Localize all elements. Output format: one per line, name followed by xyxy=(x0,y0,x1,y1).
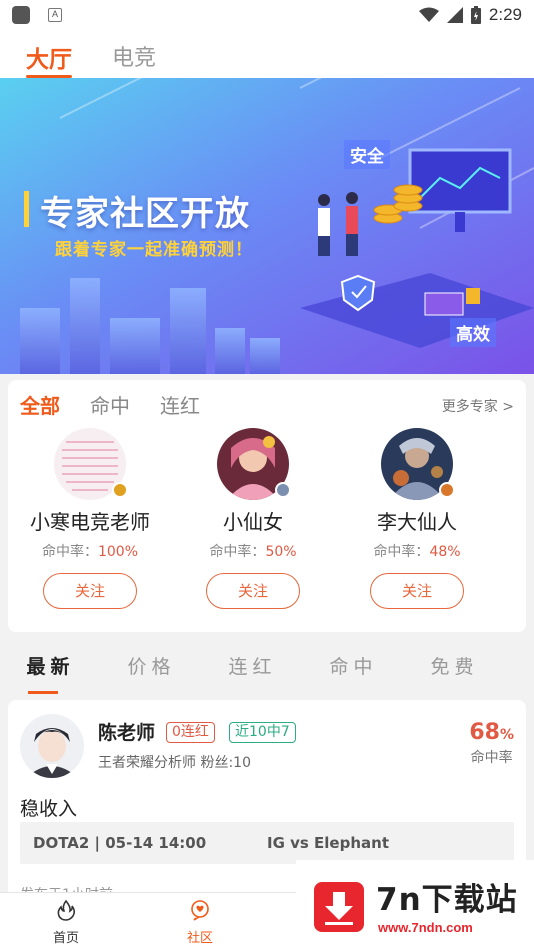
expert-name: 小仙女 xyxy=(223,510,283,534)
tab-hit[interactable]: 命中 xyxy=(303,640,404,696)
expert-name: 小寒电竞老师 xyxy=(30,510,150,534)
expert-tab-hit[interactable]: 命中 xyxy=(90,390,130,419)
status-time: 2:29 xyxy=(488,5,522,24)
match-info: DOTA2 | 05-14 14:00 xyxy=(33,834,207,852)
app-notification-icon xyxy=(12,6,30,24)
author-description: 王者荣耀分析师 粉丝:10 xyxy=(98,755,251,771)
experts-card: 全部 命中 连红 更多专家 > 小寒电竞老师 命中率：100% 关注 小仙女 命… xyxy=(8,380,526,632)
flame-icon xyxy=(57,899,76,921)
follow-button[interactable]: 关注 xyxy=(206,573,300,609)
nav-community[interactable]: 社区 xyxy=(170,899,230,946)
download-logo-icon xyxy=(314,882,364,932)
more-experts-link[interactable]: 更多专家 > xyxy=(442,396,514,416)
nav-home[interactable]: 首页 xyxy=(36,899,96,946)
follow-button[interactable]: 关注 xyxy=(370,573,464,609)
expert-hit-rate: 命中率：48% xyxy=(373,544,461,560)
follow-button[interactable]: 关注 xyxy=(43,573,137,609)
banner-tag-safe: 安全 xyxy=(344,140,390,169)
match-teams: IG vs Elephant xyxy=(267,834,389,852)
signal-icon xyxy=(446,7,463,23)
medal-icon xyxy=(275,482,291,498)
top-tab-bar: 大厅 电竞 xyxy=(0,30,534,78)
expert-hit-rate: 命中率：50% xyxy=(209,544,297,560)
watermark-text: 7n下载站 xyxy=(376,882,518,918)
tab-streak[interactable]: 连红 xyxy=(202,640,303,696)
watermark: 7n下载站 www.7ndn.com xyxy=(296,860,534,950)
expert-tab-all[interactable]: 全部 xyxy=(20,390,60,419)
expert-item[interactable]: 小寒电竞老师 命中率：100% 关注 xyxy=(8,428,172,609)
tab-free[interactable]: 免费 xyxy=(404,640,505,696)
tab-lobby[interactable]: 大厅 xyxy=(26,30,72,78)
author-name: 陈老师 xyxy=(98,722,156,744)
wifi-icon xyxy=(418,7,439,22)
expert-hit-rate: 命中率：100% xyxy=(41,544,139,560)
banner-title: 专家社区开放 xyxy=(24,186,250,235)
status-bar: A 2:29 xyxy=(0,0,534,30)
a-notification-icon: A xyxy=(48,8,62,22)
streak-badge: 0连红 xyxy=(166,722,215,743)
watermark-url: www.7ndn.com xyxy=(378,920,473,935)
tab-price[interactable]: 价格 xyxy=(101,640,202,696)
post-title: 稳收入 xyxy=(20,798,78,820)
promo-banner[interactable]: 专家社区开放 跟着专家一起准确预测！ 安全 高效 xyxy=(0,78,534,374)
banner-subtitle: 跟着专家一起准确预测！ xyxy=(55,240,253,260)
medal-icon xyxy=(439,482,455,498)
battery-icon xyxy=(470,6,481,24)
expert-tab-streak[interactable]: 连红 xyxy=(160,390,200,419)
filter-tab-bar: 最新 价格 连红 命中 免费 xyxy=(0,640,534,696)
tab-esports[interactable]: 电竞 xyxy=(112,30,156,78)
recent-record-badge: 近10中7 xyxy=(229,722,296,743)
banner-tag-efficient: 高效 xyxy=(450,318,496,347)
medal-icon xyxy=(112,482,128,498)
match-info-box[interactable]: DOTA2 | 05-14 14:00 IG vs Elephant xyxy=(20,822,514,864)
avatar[interactable] xyxy=(20,714,84,778)
tab-latest[interactable]: 最新 xyxy=(0,640,101,696)
expert-item[interactable]: 小仙女 命中率：50% 关注 xyxy=(171,428,335,609)
expert-item[interactable]: 李大仙人 命中率：48% 关注 xyxy=(335,428,499,609)
expert-tabs: 全部 命中 连红 xyxy=(20,390,200,419)
community-icon xyxy=(191,900,209,921)
expert-name: 李大仙人 xyxy=(377,510,457,534)
post-hit-rate: 68% 命中率 xyxy=(469,720,514,766)
